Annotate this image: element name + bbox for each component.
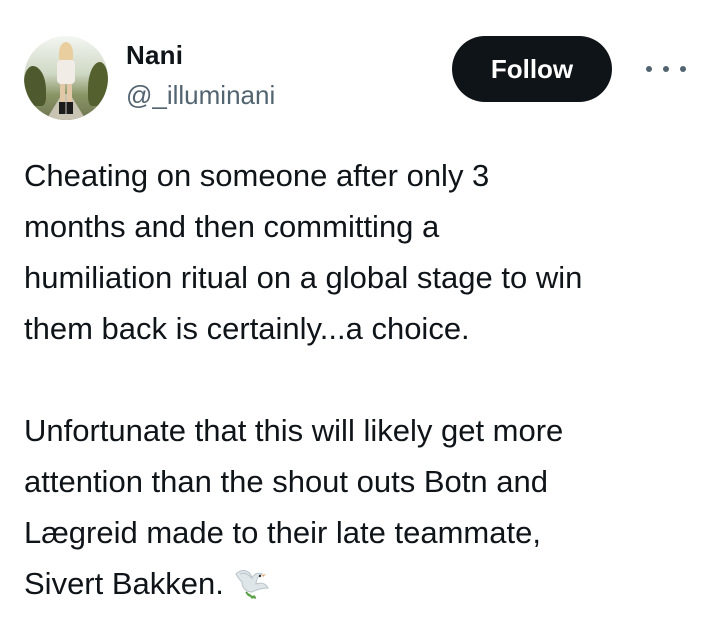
more-dot (663, 66, 669, 72)
follow-button[interactable]: Follow (452, 36, 612, 102)
avatar-tree-right (88, 62, 108, 106)
tweet-card: Nani @_illuminani Follow Cheating on som… (0, 0, 709, 618)
author-handle[interactable]: @_illuminani (126, 80, 275, 111)
tweet-line: Lægreid made to their late teammate, (24, 515, 541, 550)
more-horizontal-icon[interactable] (646, 56, 686, 82)
more-dot (646, 66, 652, 72)
tweet-line-last: Sivert Bakken. (24, 558, 694, 609)
tweet-line: Sivert Bakken. (24, 566, 224, 601)
tweet-line: attention than the shout outs Botn and (24, 464, 548, 499)
avatar[interactable] (24, 36, 108, 120)
author-name[interactable]: Nani (126, 40, 183, 71)
more-dot (680, 66, 686, 72)
tweet-text: Cheating on someone after only 3 months … (24, 150, 694, 609)
tweet-line: Cheating on someone after only 3 (24, 158, 490, 193)
avatar-tree-left (24, 66, 46, 106)
tweet-line: them back is certainly...a choice. (24, 311, 470, 346)
tweet-line: humiliation ritual on a global stage to … (24, 260, 583, 295)
dove-icon (232, 564, 272, 600)
avatar-figure-body (57, 60, 75, 84)
tweet-line: Unfortunate that this will likely get mo… (24, 413, 564, 448)
avatar-figure-boots (59, 102, 73, 114)
tweet-line: months and then committing a (24, 209, 440, 244)
